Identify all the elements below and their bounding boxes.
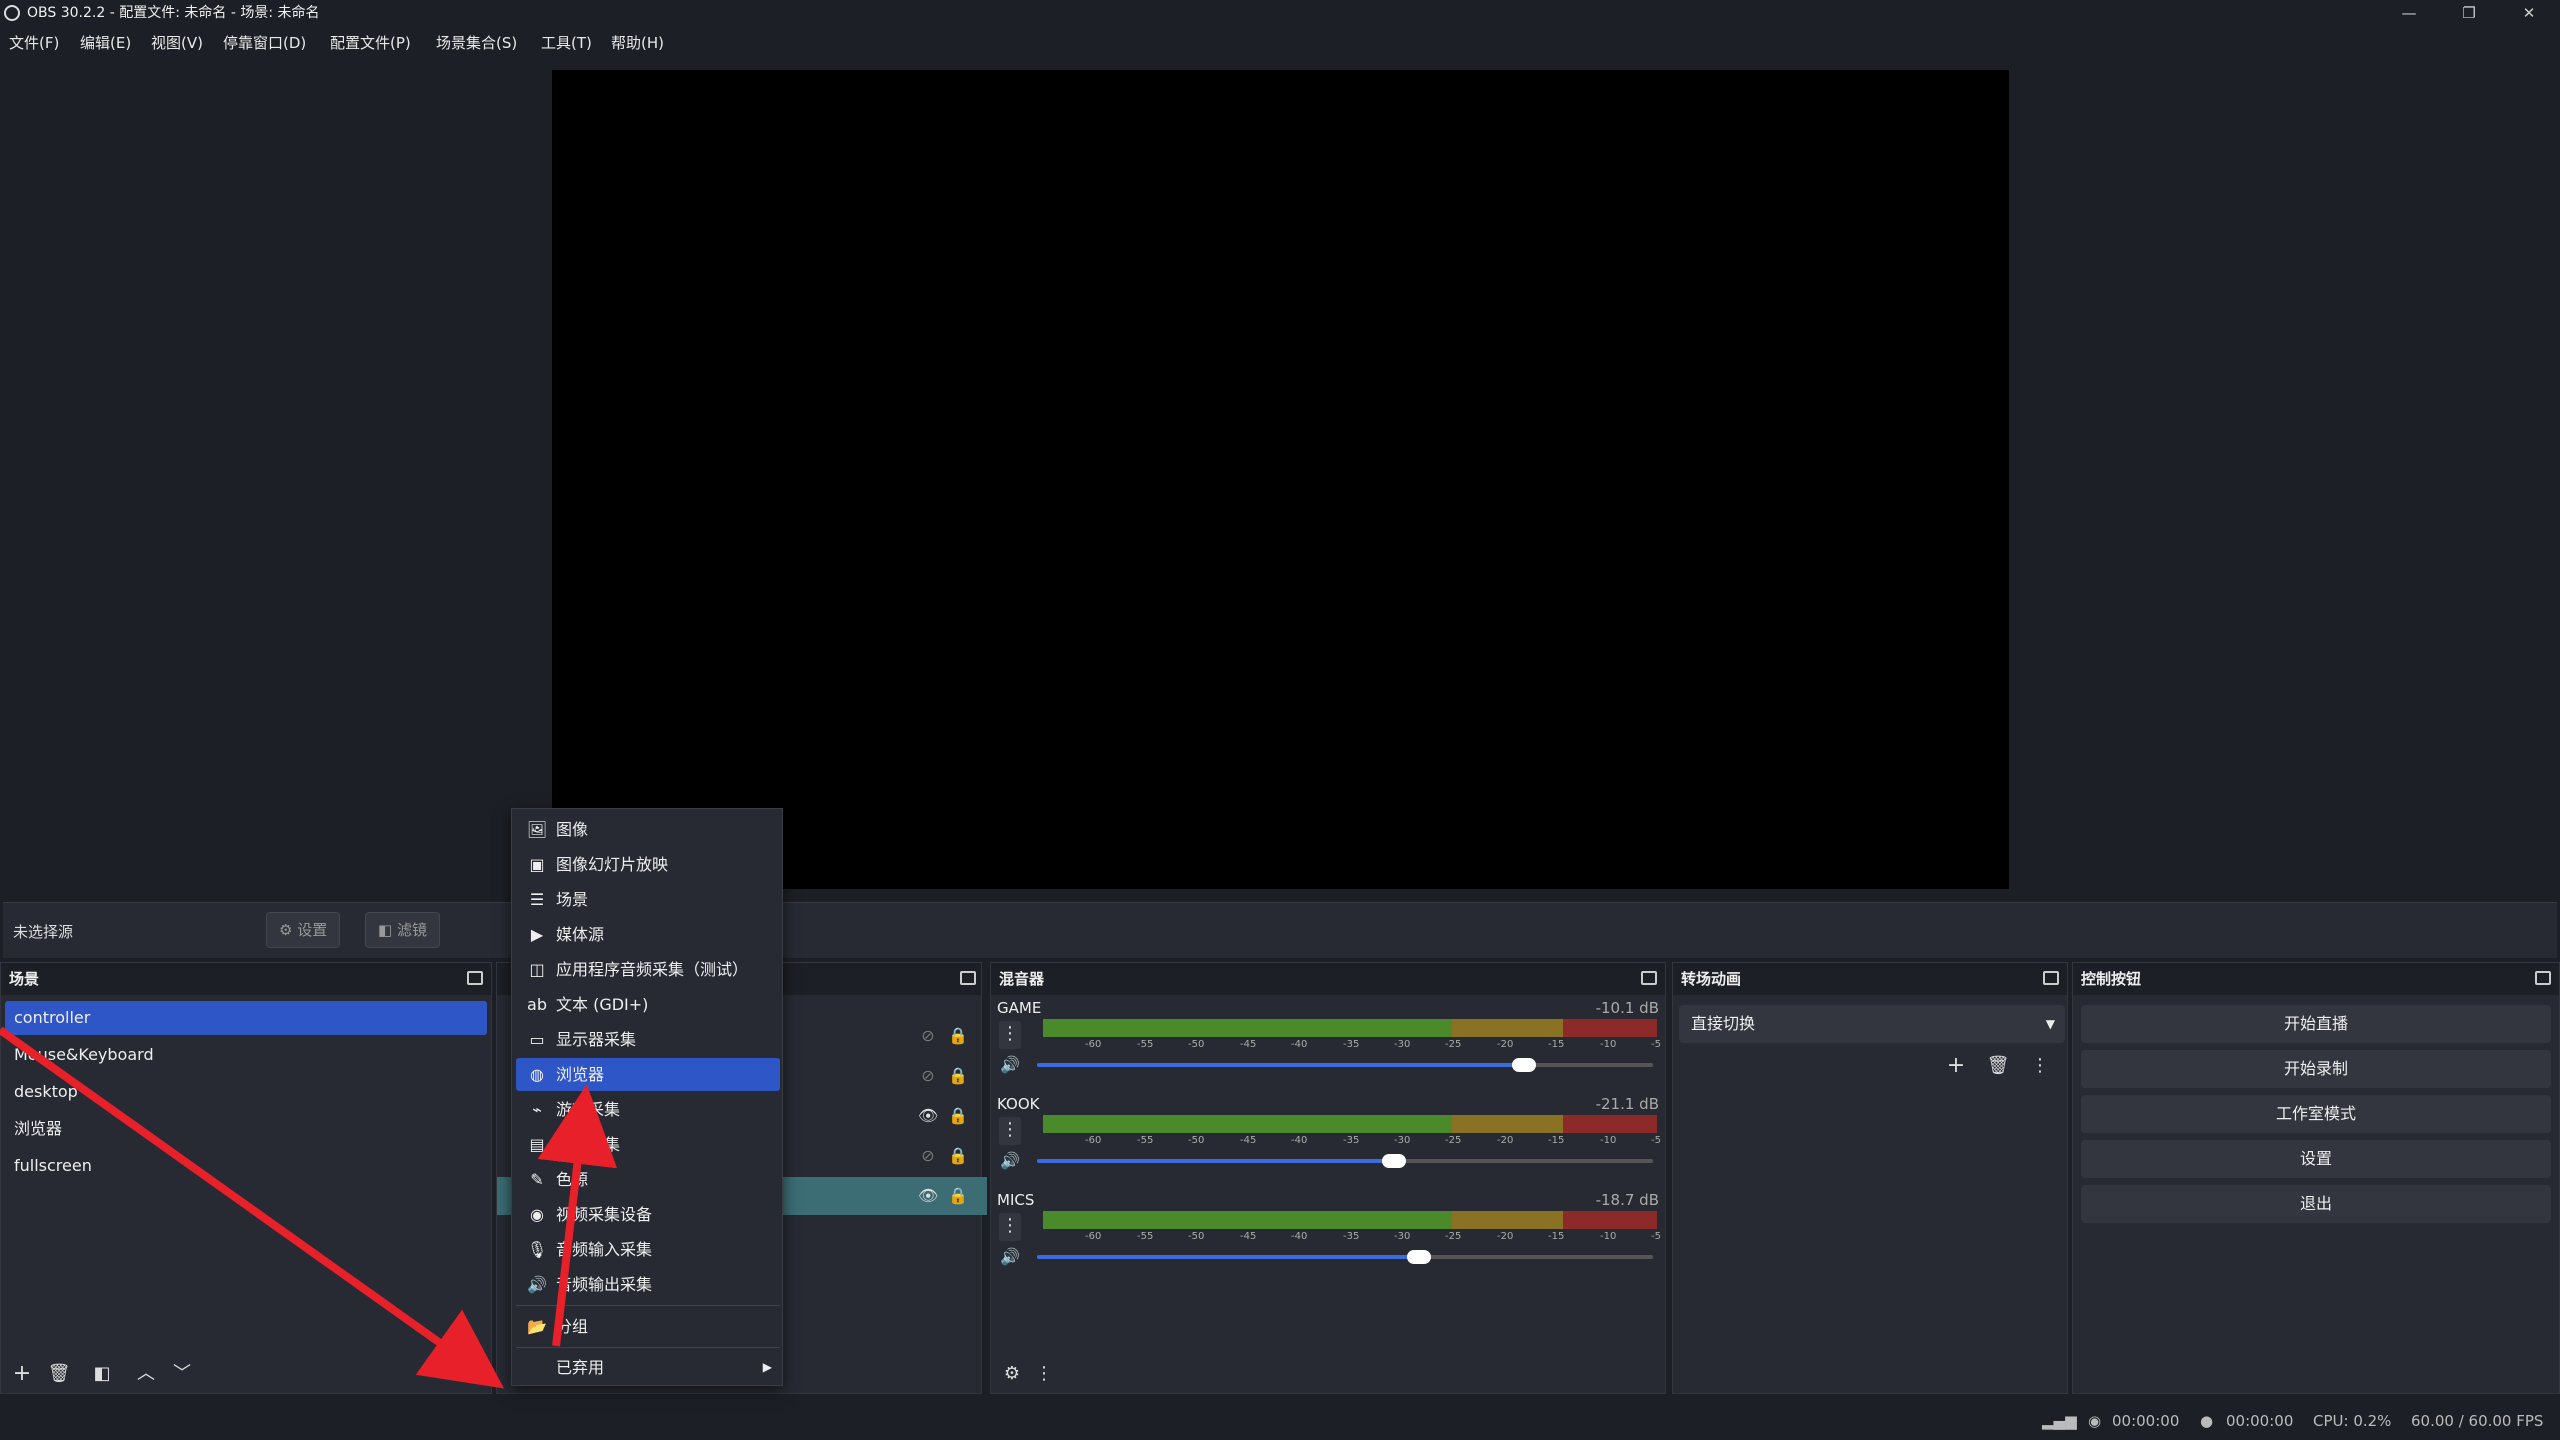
annotation-arrow <box>0 1026 505 1389</box>
annotation-arrow <box>537 1084 618 1347</box>
annotation-arrows <box>0 1026 618 1389</box>
